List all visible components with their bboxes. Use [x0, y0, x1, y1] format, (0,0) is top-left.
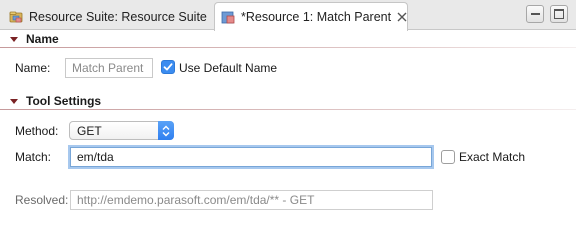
resource-icon: [220, 9, 236, 25]
maximize-icon[interactable]: [550, 5, 568, 23]
section-divider: [0, 47, 576, 48]
resolved-field: http://emdemo.parasoft.com/em/tda/** - G…: [70, 190, 433, 210]
tab-resource-1[interactable]: *Resource 1: Match Parent: [214, 2, 408, 31]
exact-match-checkbox[interactable]: [441, 150, 455, 164]
section-title: Tool Settings: [26, 94, 102, 108]
section-title: Name: [26, 32, 59, 46]
method-select[interactable]: GET: [69, 121, 174, 140]
method-select-value: GET: [77, 123, 102, 138]
match-input[interactable]: em/tda: [70, 147, 432, 167]
tab-label: *Resource 1: Match Parent: [241, 10, 392, 24]
resolved-label: Resolved:: [15, 193, 69, 207]
name-label: Name:: [15, 61, 51, 75]
exact-match-label[interactable]: Exact Match: [459, 150, 525, 164]
tab-resource-suite[interactable]: Resource Suite: Resource Suite: [4, 3, 216, 30]
resource-suite-icon: [8, 9, 24, 25]
use-default-name-label[interactable]: Use Default Name: [179, 61, 277, 75]
method-label: Method:: [15, 124, 59, 138]
select-arrows-icon: [158, 121, 174, 140]
minimize-icon[interactable]: [526, 5, 544, 23]
section-divider: [0, 109, 576, 110]
check-icon: [163, 63, 173, 71]
name-section-header[interactable]: Name: [0, 29, 576, 49]
tool-settings-section-header[interactable]: Tool Settings: [0, 91, 576, 111]
name-field-value: Match Parent: [72, 61, 144, 75]
collapse-triangle-icon[interactable]: [10, 98, 18, 104]
tab-label: Resource Suite: Resource Suite: [29, 9, 207, 24]
close-icon[interactable]: [397, 10, 407, 24]
window-controls: [526, 5, 568, 23]
name-field[interactable]: Match Parent: [65, 58, 153, 78]
use-default-name-checkbox[interactable]: [161, 60, 175, 74]
match-label: Match:: [15, 150, 52, 164]
resolved-field-value: http://emdemo.parasoft.com/em/tda/** - G…: [77, 193, 315, 207]
editor-tab-bar: Resource Suite: Resource Suite *Resource…: [0, 0, 576, 31]
match-input-value: em/tda: [77, 150, 114, 164]
collapse-triangle-icon[interactable]: [10, 36, 18, 42]
